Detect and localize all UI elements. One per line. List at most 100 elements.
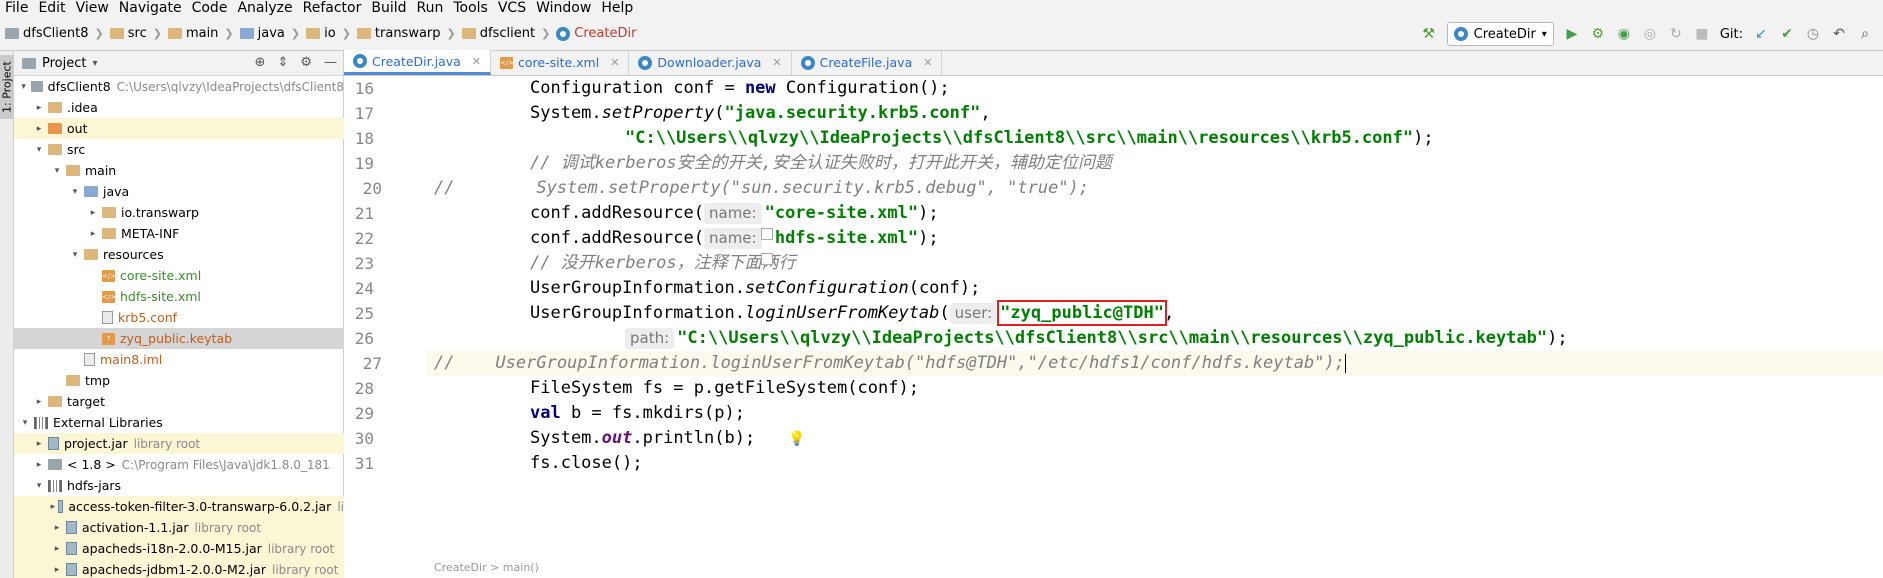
tree-item-dfsclient8[interactable]: ▾ dfsClient8 C:\Users\qlvzy\IdeaProjects\d… [14,76,344,97]
tree-item-hdfs-jars[interactable]: ▾ hdfs-jars [14,475,344,496]
tree-item-jar[interactable]: ▸ apacheds-jdbm1-2.0.0-M2.jar library root [14,559,344,578]
breadcrumb-dfsclient[interactable]: dfsclient [461,26,535,41]
editor-breadcrumb[interactable]: CreateDir > main() [426,561,539,575]
chevron-right-icon[interactable]: ▸ [50,502,56,512]
run-configuration-select[interactable]: CreateDir ▾ [1446,22,1554,46]
code-line-18[interactable]: 18 "C:\\Users\\qlvzy\\IdeaProjects\\dfsCl… [355,126,1883,151]
code-line-30[interactable]: 30 System.out.println(b); [355,426,1883,451]
tree-item-external-libraries[interactable]: ▾ External Libraries [14,412,344,433]
code-line-29[interactable]: 29 val b = fs.mkdirs(p); [355,401,1883,426]
lightbulb-icon[interactable]: 💡 [788,431,805,447]
code-line-23[interactable]: 23 // 没开kerberos，注释下面两行 [355,251,1883,276]
chevron-right-icon[interactable]: ▸ [32,397,46,407]
breadcrumb-main[interactable]: main [167,26,218,41]
close-icon[interactable]: ✕ [610,56,619,69]
chevron-down-icon[interactable]: ▾ [68,187,82,197]
search-everywhere-icon[interactable]: ⌕ [1857,26,1873,42]
hide-icon[interactable]: — [324,55,337,70]
tab-downloader-java[interactable]: Downloader.java ✕ [629,50,792,75]
tree-item-jar[interactable]: ▸ activation-1.1.jar library root [14,517,344,538]
debug-icon[interactable]: ⚙ [1590,26,1606,42]
breadcrumb-createdir[interactable]: CreateDir [556,26,636,41]
chevron-right-icon[interactable]: ▸ [86,229,100,239]
tree-item-out[interactable]: ▸ out [14,118,344,139]
chevron-down-icon[interactable]: ▾ [50,166,64,176]
menu-edit[interactable]: Edit [33,0,70,17]
git-rollback-icon[interactable]: ↶ [1831,26,1847,42]
menu-refactor[interactable]: Refactor [298,0,367,17]
menu-help[interactable]: Help [596,0,638,17]
close-icon[interactable]: ✕ [772,56,781,69]
tree-item-jar[interactable]: ▸ apacheds-i18n-2.0.0-M15.jar library root [14,538,344,559]
code-line-19[interactable]: 19 // 调试kerberos安全的开关,安全认证失败时，打开此开关，辅助定位问… [355,151,1883,176]
code-line-22[interactable]: 22 conf.addResource(name: "hdfs-site.xml")… [355,226,1883,251]
tab-createfile-java[interactable]: CreateFile.java ✕ [792,50,943,75]
coverage-icon[interactable]: ◉ [1616,26,1632,42]
chevron-down-icon[interactable]: ▾ [32,145,46,155]
git-update-icon[interactable]: ↙ [1753,26,1769,42]
build-hammer-icon[interactable]: ⚒ [1421,26,1437,42]
tree-item-zyq-keytab[interactable]: ? zyq_public.keytab [14,328,344,349]
collapse-icon[interactable]: ⇕ [277,55,288,70]
chevron-down-icon[interactable]: ▾ [92,58,97,69]
close-icon[interactable]: ✕ [923,56,932,69]
menu-window[interactable]: Window [531,0,596,17]
breadcrumb-project[interactable]: dfsClient8 [5,26,89,41]
tree-item-io-transwarp[interactable]: ▸ io.transwarp [14,202,344,223]
chevron-right-icon[interactable]: ▸ [32,460,46,470]
menu-vcs[interactable]: VCS [493,0,531,17]
code-line-31[interactable]: 31 fs.close(); [355,451,1883,476]
tree-item-main[interactable]: ▾ main [14,160,344,181]
gear-icon[interactable]: ⚙ [300,55,312,70]
code-line-17[interactable]: 17 System.setProperty("java.security.krb5… [355,101,1883,126]
tree-item-jdk[interactable]: ▸ < 1.8 > C:\Program Files\Java\jdk1.8.0_1… [14,454,344,475]
profile-icon[interactable]: ◎ [1642,26,1658,42]
chevron-right-icon[interactable]: ▸ [86,208,100,218]
project-view-select[interactable]: Project [42,56,86,71]
locate-icon[interactable]: ⊕ [255,55,266,70]
code-line-26[interactable]: 26 path: "C:\\Users\\qlvzy\\IdeaProjects\\… [355,326,1883,351]
project-tool-button[interactable]: 1: Project [0,55,14,119]
menu-code[interactable]: Code [187,0,233,17]
tree-item-idea[interactable]: ▸ .idea [14,97,344,118]
menu-file[interactable]: File [0,0,33,17]
stop-icon[interactable]: ■ [1694,26,1710,42]
chevron-right-icon[interactable]: ▸ [32,103,46,113]
chevron-down-icon[interactable]: ▾ [18,418,32,428]
chevron-right-icon[interactable]: ▸ [32,439,46,449]
tree-item-java[interactable]: ▾ java [14,181,344,202]
menu-tools[interactable]: Tools [448,0,493,17]
tree-item-target[interactable]: ▸ target [14,391,344,412]
breadcrumb-io[interactable]: io [306,26,336,41]
menu-run[interactable]: Run [412,0,449,17]
git-commit-icon[interactable]: ✔ [1779,26,1795,42]
breadcrumb-src[interactable]: src [109,26,147,41]
code-line-21[interactable]: 21 conf.addResource(name: "core-site.xml")… [355,201,1883,226]
attach-icon[interactable]: ↻ [1668,26,1684,42]
close-icon[interactable]: ✕ [472,55,481,68]
chevron-right-icon[interactable]: ▸ [32,124,46,134]
tree-item-project-jar[interactable]: ▸ project.jar library root [14,433,344,454]
run-icon[interactable]: ▶ [1564,26,1580,42]
menu-navigate[interactable]: Navigate [114,0,187,17]
breadcrumb-java[interactable]: java [239,26,285,41]
tree-item-jar[interactable]: ▸ access-token-filter-3.0-transwarp-6.0.2… [14,496,344,517]
menu-build[interactable]: Build [366,0,411,17]
tree-item-resources[interactable]: ▾ resources [14,244,344,265]
fold-marker-icon[interactable] [761,228,773,240]
tab-core-site-xml[interactable]: </> core-site.xml ✕ [491,50,630,75]
code-line-25[interactable]: 25 UserGroupInformation.loginUserFromKeyt… [355,300,1883,326]
code-line-27-current[interactable]: 27 // UserGroupInformation.loginUserFromK… [363,351,1883,376]
tree-item-src[interactable]: ▾ src [14,139,344,160]
fold-marker-icon[interactable] [761,253,773,265]
chevron-right-icon[interactable]: ▸ [50,565,64,575]
breadcrumb-transwarp[interactable]: transwarp [356,26,441,41]
chevron-down-icon[interactable]: ▾ [32,481,46,491]
tree-item-meta-inf[interactable]: ▸ META-INF [14,223,344,244]
tree-item-main8-iml[interactable]: main8.iml [14,349,344,370]
menu-analyze[interactable]: Analyze [232,0,297,17]
code-line-24[interactable]: 24 UserGroupInformation.setConfiguration(… [355,276,1883,301]
chevron-down-icon[interactable]: ▾ [68,250,82,260]
chevron-down-icon[interactable]: ▾ [18,82,29,92]
tab-createdir-java[interactable]: CreateDir.java ✕ [344,50,492,75]
